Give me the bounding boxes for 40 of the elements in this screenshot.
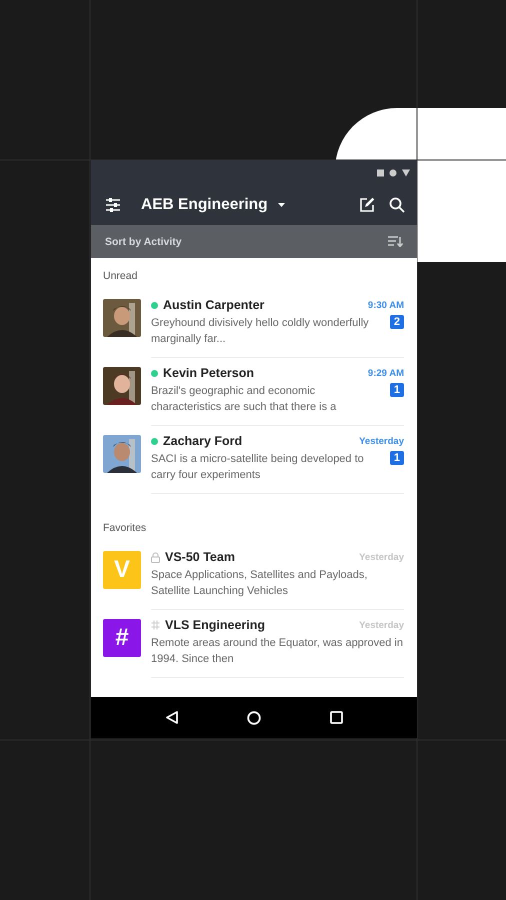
channel-avatar: V bbox=[103, 551, 141, 589]
conversation-row[interactable]: # VLS Engineering Yesterday Remote areas around the Equator, was approved in 1994. Since then bbox=[91, 610, 417, 678]
message-time: 9:29 AM bbox=[368, 368, 404, 378]
compose-icon[interactable] bbox=[357, 195, 377, 215]
conversation-row[interactable]: V VS-50 Team Yesterday Space Applications, Satellites and Payloads, Satellite Launching Vehicles bbox=[91, 542, 417, 610]
back-icon[interactable] bbox=[164, 709, 180, 726]
conversation-name: Austin Carpenter bbox=[163, 298, 264, 312]
caret-icon[interactable] bbox=[278, 203, 285, 207]
conversation-row[interactable]: Kevin Peterson 9:29 AM Brazil's geographic and economic characteristics are such that there is a 1 bbox=[91, 358, 417, 426]
message-preview: SACI is a micro-satellite being developed to carry four experiments bbox=[151, 452, 365, 483]
lock-icon bbox=[151, 552, 160, 562]
home-icon[interactable] bbox=[244, 708, 262, 726]
sort-label[interactable]: Sort by Activity bbox=[105, 236, 182, 248]
filter-icon[interactable] bbox=[103, 196, 123, 214]
workspace-title[interactable]: AEB Engineering bbox=[141, 196, 268, 214]
conversation-name: Kevin Peterson bbox=[163, 366, 254, 380]
message-time: 9:30 AM bbox=[368, 300, 404, 310]
conversation-name: Zachary Ford bbox=[163, 434, 242, 448]
conversation-name: VLS Engineering bbox=[165, 618, 266, 632]
unread-count: 1 bbox=[390, 383, 404, 397]
conversation-row[interactable]: Austin Carpenter 9:30 AM Greyhound divisively hello coldly wonderfully marginally far... 2 bbox=[91, 290, 417, 358]
search-icon[interactable] bbox=[387, 195, 407, 215]
hash-icon bbox=[151, 620, 160, 630]
message-time: Yesterday bbox=[359, 436, 404, 446]
section-title: Favorites bbox=[102, 521, 148, 536]
unread-count: 2 bbox=[390, 315, 404, 329]
status-icons bbox=[377, 168, 411, 176]
message-preview: Remote areas around the Equator, was approved in 1994. Since then bbox=[151, 636, 404, 667]
channel-avatar: # bbox=[103, 619, 141, 657]
sort-icon[interactable] bbox=[386, 234, 405, 249]
conversation-row[interactable]: Zachary Ford Yesterday SACI is a micro-satellite being developed to carry four experiments 1 bbox=[91, 426, 417, 494]
recents-icon[interactable] bbox=[328, 709, 344, 726]
message-preview: Brazil's geographic and economic characteristics are such that there is a bbox=[151, 384, 338, 415]
message-preview: Space Applications, Satellites and Payloads, Satellite Launching Vehicles bbox=[151, 568, 368, 599]
section-title: Unread bbox=[102, 269, 138, 284]
conversation-name: VS-50 Team bbox=[165, 550, 235, 564]
unread-count: 1 bbox=[390, 451, 404, 465]
message-time: Yesterday bbox=[359, 552, 404, 562]
message-preview: Greyhound divisively hello coldly wonderfully marginally far... bbox=[151, 316, 370, 347]
message-time: Yesterday bbox=[359, 620, 404, 630]
